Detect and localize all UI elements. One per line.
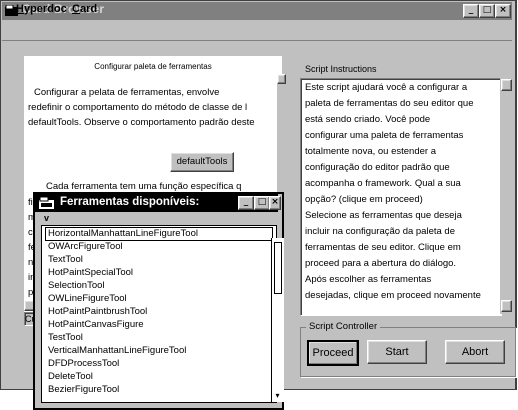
menu-hyperdoc[interactable]: Hyperdoc: [16, 3, 67, 15]
instruction-line: acompanha o framework. Qual a sua: [305, 178, 461, 189]
maximize-icon: □: [257, 197, 267, 207]
instruction-line: opção? (clique em proceed): [305, 194, 423, 205]
dialog-minimize-button[interactable]: _: [238, 196, 254, 210]
instruction-line: desejadas, clique em proceed novamente: [305, 290, 481, 301]
scroll-up-arrow[interactable]: [501, 79, 512, 91]
list-item[interactable]: SelectionTool: [48, 280, 105, 291]
default-tools-button[interactable]: defaultTools: [170, 152, 234, 172]
scroll-up-arrow[interactable]: [277, 74, 286, 84]
list-item[interactable]: HotPaintPaintbrushTool: [48, 306, 147, 317]
scroll-down-arrow[interactable]: ▾: [273, 391, 282, 400]
list-item[interactable]: OWLineFigureTool: [48, 293, 127, 304]
proceed-button[interactable]: Proceed: [307, 340, 359, 366]
dialog-app-icon[interactable]: [39, 196, 55, 213]
instruction-line: Este script ajudará você a configurar a: [305, 82, 468, 93]
maximize-button[interactable]: □: [479, 4, 495, 18]
close-icon: ×: [499, 5, 507, 15]
doc-text-line: defaultTools. Observe o comportamento pa…: [28, 117, 255, 128]
list-item[interactable]: BezierFigureTool: [48, 384, 119, 395]
instruction-line: Após escolher as ferramentas: [305, 274, 432, 285]
list-item[interactable]: OWArcFigureTool: [48, 241, 123, 252]
instruction-line: totalmente nova, ou estender a: [305, 146, 436, 157]
caret-down-icon: v: [44, 213, 50, 223]
close-button[interactable]: ×: [495, 4, 511, 18]
menu-bar: [2, 22, 512, 41]
script-controller-label: Script Controller: [306, 321, 381, 332]
list-item[interactable]: DeleteTool: [48, 371, 93, 382]
instruction-line: ferramentas de seu editor. Clique em: [305, 242, 461, 253]
instruction-line: Selecione as ferramentas que deseja: [305, 210, 462, 221]
minimize-icon: _: [468, 5, 474, 15]
close-icon: ×: [271, 197, 279, 207]
script-instructions-label: Script Instructions: [305, 64, 377, 74]
list-item[interactable]: TestTool: [48, 332, 83, 343]
doc-text-line: redefinir o comportamento do método de c…: [28, 102, 248, 113]
dialog-maximize-button[interactable]: □: [254, 196, 270, 210]
instruction-line: configurar uma paleta de ferramentas: [305, 130, 464, 141]
abort-button[interactable]: Abort: [445, 340, 505, 364]
instructions-scrollbar[interactable]: [500, 78, 513, 314]
dialog-title: Ferramentas disponíveis:: [60, 196, 200, 208]
list-item[interactable]: HotPaintSpecialTool: [48, 267, 133, 278]
scroll-down-arrow[interactable]: [501, 300, 512, 312]
list-item[interactable]: HotPaintCanvasFigure: [48, 319, 144, 330]
list-item[interactable]: HorizontalManhattanLineFigureTool: [48, 228, 198, 239]
doc-text-line: Configurar a pelata de ferramentas, envo…: [34, 87, 220, 98]
menu-card[interactable]: Card: [72, 3, 97, 15]
doc-text-line: Cada ferramenta tem uma função específic…: [46, 181, 242, 192]
document-title: Configurar paleta de ferramentas: [94, 62, 212, 71]
instruction-line: proceed para a abertura do diálogo.: [305, 258, 457, 269]
instruction-line: paleta de ferramentas do seu editor que: [305, 98, 474, 109]
list-item[interactable]: VerticalManhattanLineFigureTool: [48, 345, 186, 356]
instruction-line: está sendo criado. Você pode: [305, 114, 431, 125]
maximize-icon: □: [482, 5, 492, 15]
minimize-button[interactable]: _: [463, 4, 479, 18]
minimize-icon: _: [243, 197, 249, 207]
scroll-thumb[interactable]: [274, 242, 282, 294]
list-item[interactable]: TextTool: [48, 254, 83, 265]
start-button[interactable]: Start: [367, 340, 427, 364]
script-instructions-text: Este script ajudará você a configurar a …: [300, 78, 502, 316]
tools-list-scrollbar[interactable]: ▾: [271, 238, 284, 402]
dialog-close-button[interactable]: ×: [269, 196, 281, 210]
instruction-line: configuração do editor padrão que: [305, 162, 450, 173]
instruction-line: incluir na configuração da paleta de: [305, 226, 455, 237]
list-item[interactable]: DFDProcessTool: [48, 358, 119, 369]
